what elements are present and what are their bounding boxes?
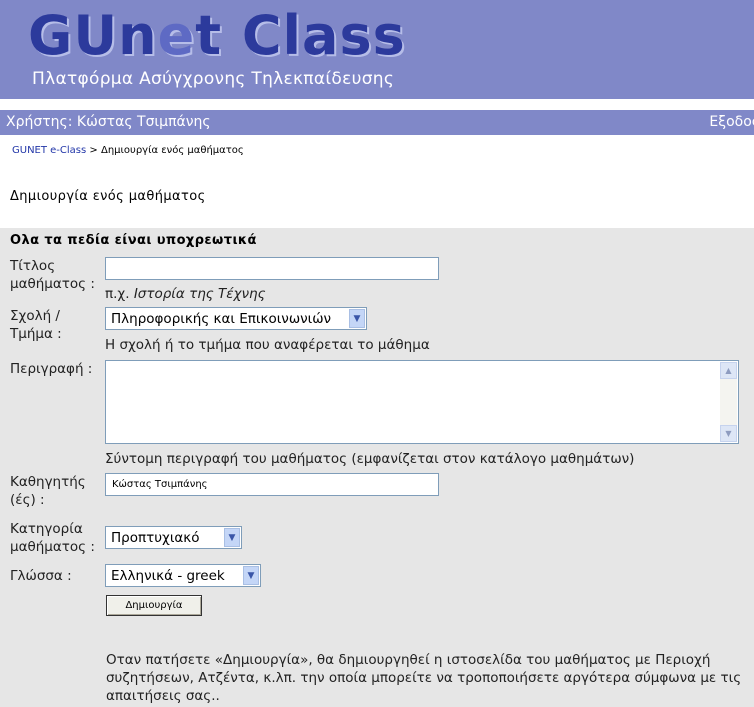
faculty-label: Σχολή / Τμήμα : bbox=[10, 308, 62, 342]
page-title: Δημιουργία ενός μαθήματος bbox=[10, 189, 206, 204]
professor-label: Καθηγητής (ές) : bbox=[10, 474, 86, 508]
user-bar: Χρήστης: Κώστας Τσιμπάνης Εξοδος bbox=[0, 110, 754, 135]
faculty-selected-value: Πληροφορικής και Επικοινωνιών bbox=[111, 311, 332, 327]
language-select[interactable]: Ελληνικά - greek ▼ bbox=[105, 564, 261, 587]
chevron-down-icon[interactable]: ▼ bbox=[349, 309, 365, 328]
course-title-label: Τίτλος μαθήματος : bbox=[10, 258, 95, 292]
gunet-class-logo[interactable]: GUnet Class bbox=[28, 6, 406, 66]
language-selected-value: Ελληνικά - greek bbox=[111, 568, 225, 584]
faculty-select[interactable]: Πληροφορικής και Επικοινωνιών ▼ bbox=[105, 307, 367, 330]
scroll-down-icon[interactable]: ▼ bbox=[720, 425, 737, 442]
course-title-hint: π.χ. Ιστορία της Τέχνης bbox=[105, 286, 266, 302]
chevron-down-icon[interactable]: ▼ bbox=[224, 528, 240, 547]
description-textarea[interactable]: ▲ ▼ bbox=[105, 360, 739, 444]
category-selected-value: Προπτυχιακό bbox=[111, 530, 200, 546]
language-label: Γλώσσα : bbox=[10, 568, 72, 584]
form-required-notice: Ολα τα πεδία είναι υποχρεωτικά bbox=[10, 233, 257, 248]
scroll-up-icon[interactable]: ▲ bbox=[720, 362, 737, 379]
breadcrumb: GUNET e-Class > Δημιουργία ενός μαθήματο… bbox=[12, 145, 244, 156]
current-user: Χρήστης: Κώστας Τσιμπάνης bbox=[6, 114, 211, 130]
platform-tagline: Πλατφόρμα Ασύγχρονης Τηλεκπαίδευσης bbox=[32, 69, 395, 89]
description-scrollbar[interactable]: ▲ ▼ bbox=[720, 362, 737, 442]
breadcrumb-home-link[interactable]: GUNET e-Class bbox=[12, 145, 86, 156]
logout-link[interactable]: Εξοδος bbox=[709, 114, 754, 130]
category-select[interactable]: Προπτυχιακό ▼ bbox=[105, 526, 242, 549]
faculty-hint: Η σχολή ή το τμήμα που αναφέρεται το μάθ… bbox=[105, 337, 430, 353]
create-course-button[interactable]: Δημιουργία bbox=[106, 595, 202, 616]
header-banner: GUnet Class Πλατφόρμα Ασύγχρονης Τηλεκπα… bbox=[0, 0, 754, 99]
breadcrumb-separator: > bbox=[86, 145, 101, 156]
create-course-note: Οταν πατήσετε «Δημιουργία», θα δημιουργη… bbox=[106, 652, 742, 704]
breadcrumb-current: Δημιουργία ενός μαθήματος bbox=[100, 145, 244, 156]
category-label: Κατηγορία μαθήματος : bbox=[10, 521, 95, 555]
professor-input[interactable]: Κώστας Τσιμπάνης bbox=[105, 473, 439, 496]
description-label: Περιγραφή : bbox=[10, 361, 93, 377]
chevron-down-icon[interactable]: ▼ bbox=[243, 566, 259, 585]
course-title-input[interactable] bbox=[105, 257, 439, 280]
description-hint: Σύντομη περιγραφή του μαθήματος (εμφανίζ… bbox=[105, 451, 635, 467]
